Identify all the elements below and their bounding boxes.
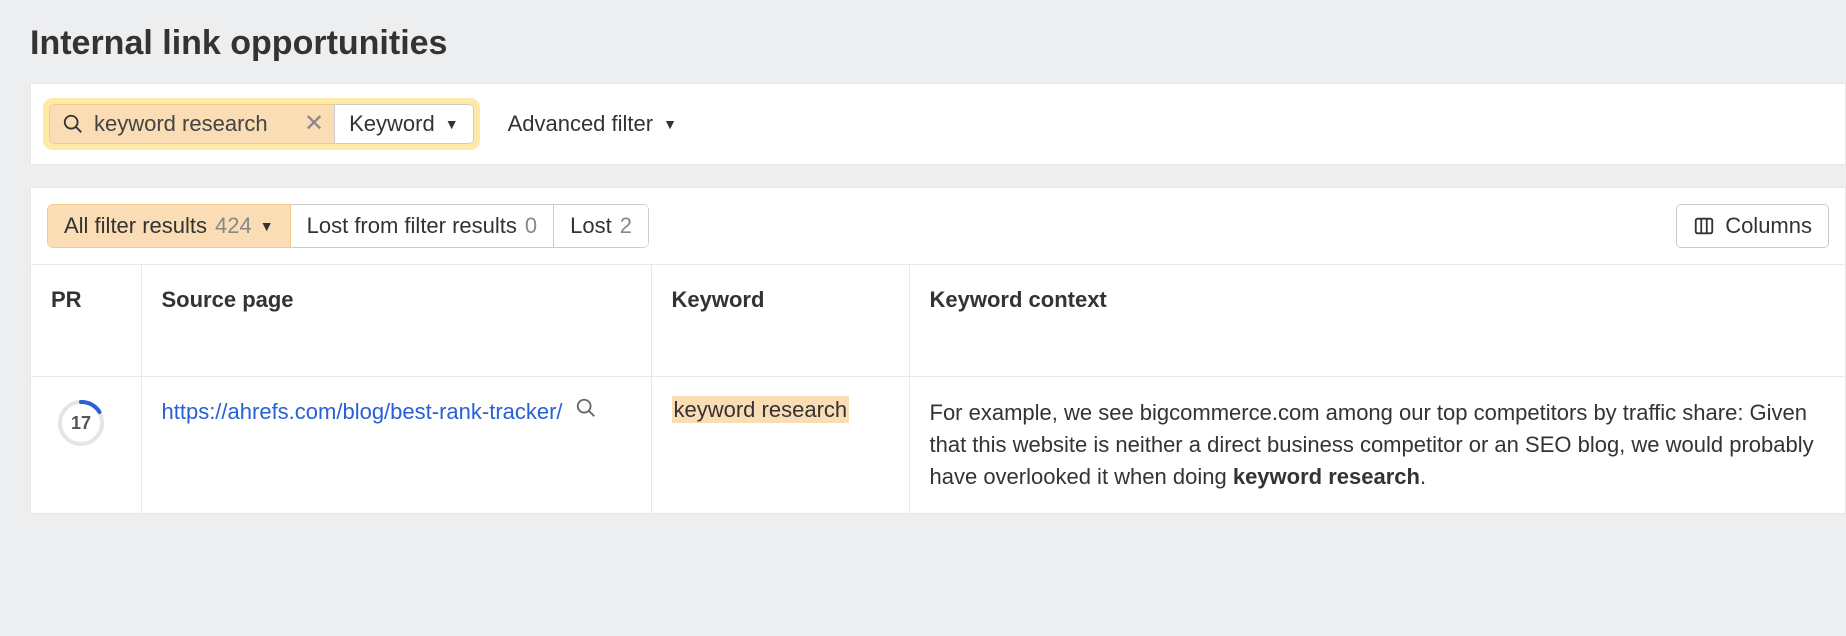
tab-all-filter-results[interactable]: All filter results 424 ▼ bbox=[47, 204, 291, 248]
cell-pr: 17 bbox=[31, 377, 141, 513]
keyword-highlight: keyword research bbox=[672, 396, 850, 423]
header-keyword[interactable]: Keyword bbox=[651, 265, 909, 377]
tab-lost-from-filter[interactable]: Lost from filter results 0 bbox=[291, 204, 555, 248]
advanced-filter-label: Advanced filter bbox=[508, 111, 654, 137]
pr-badge: 17 bbox=[57, 399, 105, 447]
context-bold: keyword research bbox=[1233, 464, 1420, 489]
advanced-filter-button[interactable]: Advanced filter ▼ bbox=[508, 111, 677, 137]
search-icon bbox=[62, 113, 84, 135]
search-input[interactable] bbox=[94, 111, 294, 137]
table-row: 17 https://ahrefs.com/blog/best-rank-tra… bbox=[31, 377, 1845, 513]
tab-label: All filter results bbox=[64, 213, 207, 239]
cell-keyword-context: For example, we see bigcommerce.com amon… bbox=[909, 377, 1845, 513]
tab-label: Lost from filter results bbox=[307, 213, 517, 239]
cell-keyword: keyword research bbox=[651, 377, 909, 513]
clear-search-button[interactable]: ✕ bbox=[304, 112, 324, 136]
tabs-row: All filter results 424 ▼ Lost from filte… bbox=[31, 188, 1845, 264]
search-group: ✕ Keyword ▼ bbox=[49, 104, 474, 144]
filter-panel: ✕ Keyword ▼ Advanced filter ▼ bbox=[30, 83, 1846, 165]
search-box[interactable]: ✕ bbox=[49, 104, 334, 144]
chevron-down-icon: ▼ bbox=[260, 218, 274, 234]
chevron-down-icon: ▼ bbox=[663, 116, 677, 132]
inspect-icon[interactable] bbox=[575, 402, 597, 424]
chevron-down-icon: ▼ bbox=[445, 116, 459, 132]
cell-source-page: https://ahrefs.com/blog/best-rank-tracke… bbox=[141, 377, 651, 513]
filter-bar: ✕ Keyword ▼ Advanced filter ▼ bbox=[31, 84, 1845, 164]
context-text: For example, we see bigcommerce.com amon… bbox=[930, 400, 1814, 489]
results-table: PR Source page Keyword Keyword context 1… bbox=[31, 264, 1845, 513]
page-title: Internal link opportunities bbox=[0, 0, 1846, 83]
filter-tabs: All filter results 424 ▼ Lost from filte… bbox=[47, 204, 649, 248]
results-panel: All filter results 424 ▼ Lost from filte… bbox=[30, 187, 1846, 514]
source-page-link[interactable]: https://ahrefs.com/blog/best-rank-tracke… bbox=[162, 399, 563, 424]
tab-count: 2 bbox=[620, 213, 632, 239]
table-header-row: PR Source page Keyword Keyword context bbox=[31, 265, 1845, 377]
tab-count: 424 bbox=[215, 213, 252, 239]
header-pr[interactable]: PR bbox=[31, 265, 141, 377]
columns-icon bbox=[1693, 215, 1715, 237]
header-source-page[interactable]: Source page bbox=[141, 265, 651, 377]
pr-value: 17 bbox=[71, 413, 91, 434]
columns-button[interactable]: Columns bbox=[1676, 204, 1829, 248]
header-keyword-context[interactable]: Keyword context bbox=[909, 265, 1845, 377]
columns-label: Columns bbox=[1725, 213, 1812, 239]
context-post: . bbox=[1420, 464, 1426, 489]
search-icon bbox=[575, 397, 597, 419]
tab-lost[interactable]: Lost 2 bbox=[554, 204, 649, 248]
search-type-label: Keyword bbox=[349, 111, 435, 137]
tab-count: 0 bbox=[525, 213, 537, 239]
search-type-select[interactable]: Keyword ▼ bbox=[334, 104, 473, 144]
tab-label: Lost bbox=[570, 213, 612, 239]
search-highlight-wrap: ✕ Keyword ▼ bbox=[43, 98, 480, 150]
